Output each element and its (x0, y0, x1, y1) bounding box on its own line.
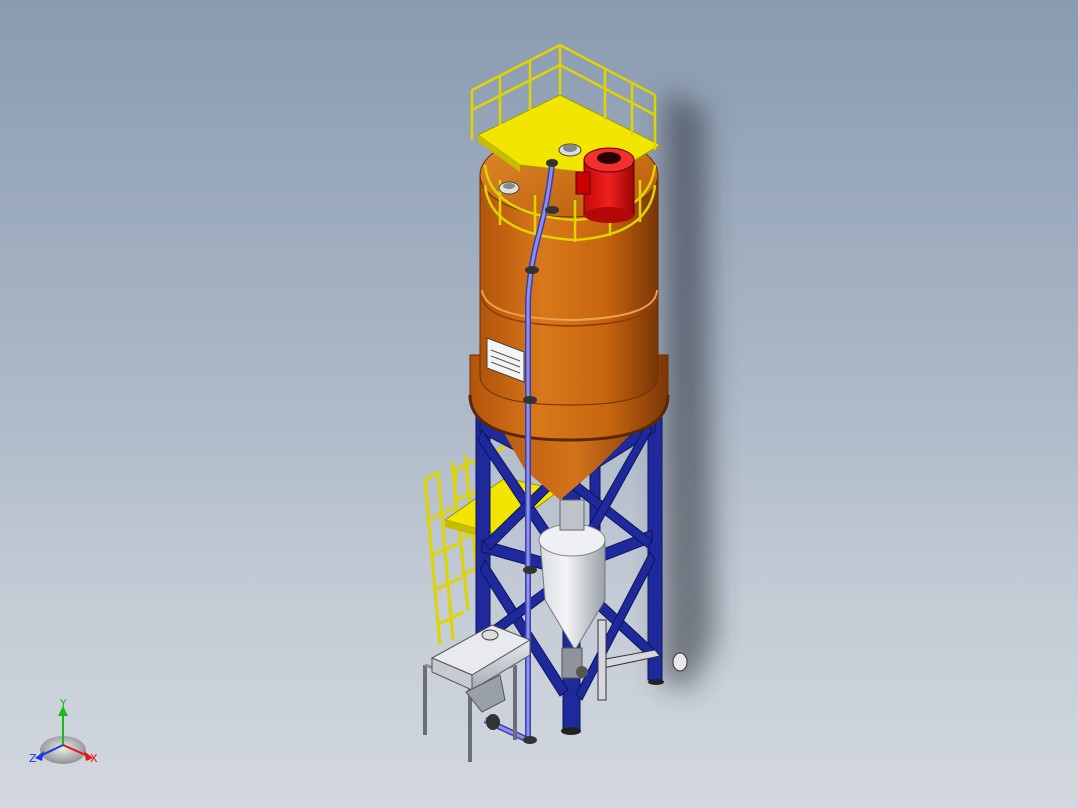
axis-triad: Y X Z (29, 697, 98, 765)
triad-x-label: X (90, 752, 98, 765)
cad-viewport[interactable]: Y X Z (0, 0, 1078, 808)
silo-3d-model[interactable]: Y X Z (0, 0, 1078, 808)
triad-z-label: Z (29, 752, 37, 765)
dust-filter (575, 147, 635, 223)
feed-station (423, 624, 532, 762)
triad-y-label: Y (59, 697, 67, 710)
